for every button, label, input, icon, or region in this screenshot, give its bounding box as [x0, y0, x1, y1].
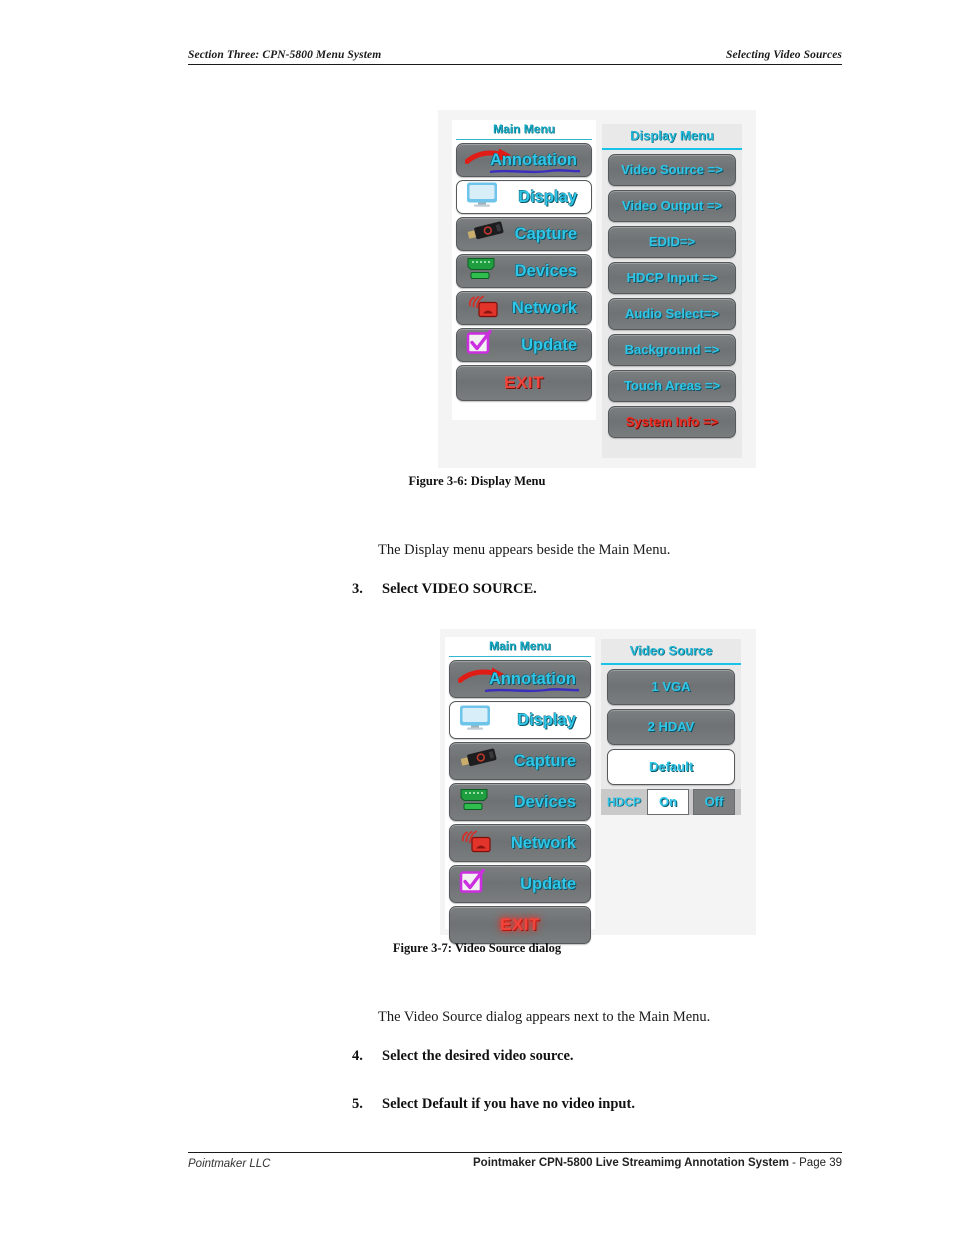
display-menu-panel: Display Menu Video Source => Video Outpu… — [602, 124, 742, 458]
wifi-antenna-icon — [465, 293, 503, 324]
main-menu-item-label: Display — [518, 187, 577, 206]
main-menu-item-network[interactable]: Network — [456, 291, 592, 325]
checkbox-icon — [458, 868, 486, 900]
main-menu-item-devices[interactable]: Devices — [456, 254, 592, 288]
step-4-number: 4. — [352, 1048, 363, 1064]
main-menu-item-label: Network — [510, 833, 576, 852]
display-menu-item-video-output[interactable]: Video Output => — [608, 190, 736, 222]
main-menu-panel: Main Menu Annotation Display Capture Dev… — [445, 637, 595, 944]
hdcp-on-button[interactable]: On — [647, 789, 690, 815]
display-menu-item-background[interactable]: Background => — [608, 334, 736, 366]
figure-video-source-image: Main Menu Annotation Display Capture Dev… — [440, 629, 756, 944]
wifi-antenna-icon — [458, 828, 496, 859]
video-source-title: Video Source — [601, 639, 741, 665]
main-menu-item-label: Devices — [514, 261, 577, 280]
blue-squiggle-icon — [484, 688, 580, 693]
video-source-item-default[interactable]: Default — [607, 749, 735, 785]
display-menu-item-edid[interactable]: EDID=> — [608, 226, 736, 258]
main-menu-title: Main Menu — [456, 120, 592, 140]
main-menu-item-label: Update — [521, 335, 577, 354]
display-menu-item-system-info[interactable]: System Info => — [608, 406, 736, 438]
main-menu-item-update[interactable]: Update — [456, 328, 592, 362]
main-menu-item-annotation[interactable]: Annotation — [456, 143, 592, 177]
main-menu-item-annotation[interactable]: Annotation — [449, 660, 591, 698]
step-5-number: 5. — [352, 1096, 363, 1112]
main-menu-item-label: Annotation — [488, 669, 576, 688]
document-page: Section Three: CPN-5800 Menu System Sele… — [0, 0, 954, 1235]
hdcp-label: HDCP — [607, 795, 642, 809]
serial-connector-icon — [458, 787, 490, 818]
step-4-text: Select the desired video source. — [382, 1048, 574, 1064]
running-head-right: Selecting Video Sources — [725, 49, 842, 61]
video-source-item-2-hdav[interactable]: 2 HDAV — [607, 709, 735, 745]
main-menu-panel: Main Menu Annotation Display Capture Dev… — [452, 120, 596, 420]
paragraph-video-source-appears: The Video Source dialog appears next to … — [378, 1009, 711, 1025]
display-menu-item-hdcp-input[interactable]: HDCP Input => — [608, 262, 736, 294]
main-menu-item-label: Display — [517, 710, 576, 729]
main-menu-item-capture[interactable]: Capture — [449, 742, 591, 780]
main-menu-item-devices[interactable]: Devices — [449, 783, 591, 821]
main-menu-item-label: EXIT — [500, 915, 540, 934]
main-menu-item-network[interactable]: Network — [449, 824, 591, 862]
video-source-item-1-vga[interactable]: 1 VGA — [607, 669, 735, 705]
figure1-caption: Figure 3-6: Display Menu — [408, 474, 546, 488]
main-menu-item-update[interactable]: Update — [449, 865, 591, 903]
main-menu-item-exit[interactable]: EXIT — [449, 906, 591, 944]
running-head: Section Three: CPN-5800 Menu System Sele… — [188, 42, 842, 65]
main-menu-item-label: EXIT — [504, 373, 544, 392]
hdcp-off-button[interactable]: Off — [693, 789, 736, 815]
main-menu-item-capture[interactable]: Capture — [456, 217, 592, 251]
main-menu-item-label: Network — [511, 298, 577, 317]
hdcp-toggle-row: HDCP On Off — [601, 789, 741, 815]
paragraph-display-menu-appears: The Display menu appears beside the Main… — [378, 542, 671, 558]
figure2-caption: Figure 3-7: Video Source dialog — [392, 941, 562, 955]
serial-connector-icon — [465, 256, 497, 287]
main-menu-item-exit[interactable]: EXIT — [456, 365, 592, 401]
main-menu-item-label: Devices — [513, 792, 576, 811]
step-3-number: 3. — [352, 581, 363, 597]
figure-display-menu-image: Main Menu Annotation Display Capture Dev… — [438, 110, 756, 468]
main-menu-item-label: Update — [520, 874, 576, 893]
main-menu-item-display[interactable]: Display — [456, 180, 592, 214]
main-menu-item-label: Capture — [514, 224, 577, 243]
usb-drive-icon — [465, 221, 507, 248]
monitor-icon — [458, 705, 492, 736]
usb-drive-icon — [458, 748, 500, 775]
footer-company: Pointmaker LLC — [188, 1158, 271, 1170]
checkbox-icon — [465, 329, 493, 361]
display-menu-item-audio-select[interactable]: Audio Select=> — [608, 298, 736, 330]
main-menu-item-display[interactable]: Display — [449, 701, 591, 739]
monitor-icon — [465, 182, 499, 213]
page-footer: Pointmaker LLC Pointmaker CPN-5800 Live … — [188, 1152, 842, 1177]
display-menu-title: Display Menu — [602, 124, 742, 150]
main-menu-item-label: Annotation — [489, 150, 577, 169]
footer-page-number: - Page 39 — [788, 1157, 842, 1169]
main-menu-item-label: Capture — [513, 751, 576, 770]
footer-product-page: Pointmaker CPN-5800 Live Streamimg Annot… — [473, 1157, 842, 1169]
step-3-text: Select VIDEO SOURCE. — [382, 581, 537, 597]
running-head-left: Section Three: CPN-5800 Menu System — [188, 49, 382, 61]
display-menu-item-video-source[interactable]: Video Source => — [608, 154, 736, 186]
blue-squiggle-icon — [489, 169, 581, 174]
footer-product-name: Pointmaker CPN-5800 Live Streamimg Annot… — [473, 1157, 789, 1169]
step-5-text: Select Default if you have no video inpu… — [382, 1096, 635, 1112]
video-source-panel: Video Source 1 VGA 2 HDAV Default HDCP O… — [601, 639, 741, 815]
display-menu-item-touch-areas[interactable]: Touch Areas => — [608, 370, 736, 402]
main-menu-title: Main Menu — [449, 637, 591, 657]
